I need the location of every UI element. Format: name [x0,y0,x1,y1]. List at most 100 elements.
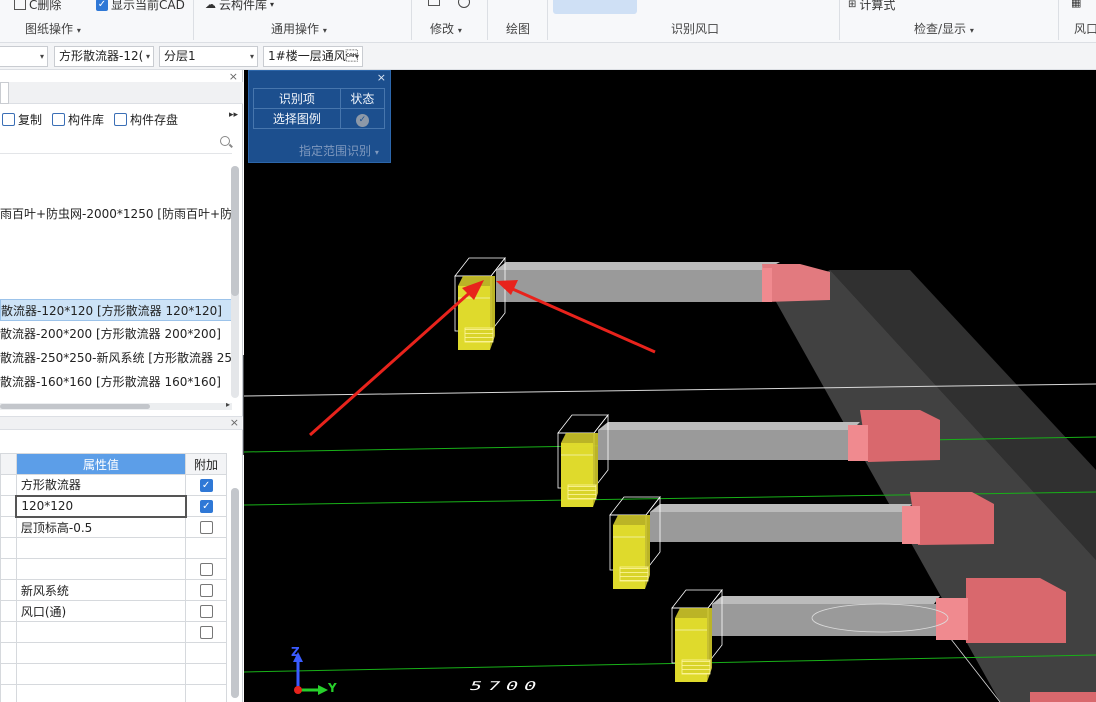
axis-z-label: Z [291,645,300,659]
tree-vertical-scrollbar[interactable] [231,166,239,398]
property-value-cell[interactable] [15,621,187,643]
tree-item[interactable]: 散流器-200*200 [方形散流器 200*200] [0,323,232,345]
table-row[interactable] [0,537,227,559]
property-addon-cell [185,537,227,559]
table-row[interactable] [0,621,227,643]
layer-select[interactable]: 分层1 ▾ [159,46,258,67]
addon-checkbox[interactable] [199,563,213,576]
group-draw[interactable]: 绘图 [506,20,530,37]
tree-item[interactable]: 散流器-250*250-新风系统 [方形散流器 25 [0,347,232,369]
table-header-row: 属性值 附加 [0,453,227,475]
addon-checkbox[interactable]: ✓ [199,479,213,492]
property-name-cell [0,684,17,702]
property-name-cell [0,642,17,664]
property-value-cell[interactable] [15,537,187,559]
floor-select[interactable]: ▾ [0,46,48,67]
component-search-input[interactable] [0,134,232,154]
chevron-down-icon: ▾ [145,52,150,61]
chevron-down-icon: ▾ [322,26,327,35]
property-value-cell[interactable]: 新风系统 [15,579,187,601]
scrollbar-thumb[interactable] [231,488,239,698]
table-row[interactable] [0,663,227,685]
chevron-down-icon: ▾ [374,148,379,157]
save-component-button[interactable]: 构件存盘 [114,111,178,128]
table-row[interactable]: 方形散流器 ✓ [0,474,227,496]
properties-header: × [0,416,243,430]
duct-branch-2 [557,410,940,508]
group-divider [411,0,412,40]
tree-horizontal-scrollbar[interactable]: ▸ [0,400,232,410]
arrow-right-icon[interactable]: ▸ [226,400,230,409]
range-recognize-button[interactable]: 指定范围识别 ▾ [299,142,379,159]
table-row[interactable]: 选择图例 ✓ [253,108,386,129]
table-row[interactable] [0,558,227,580]
formula-button[interactable]: ⊞ 计算式 [848,0,895,13]
property-value-cell[interactable]: 风口(通) [15,600,187,622]
group-check-display[interactable]: 检查/显示 ▾ [914,20,974,37]
group-modify[interactable]: 修改 ▾ [430,20,462,37]
cloud-library-button[interactable]: ☁ 云构件库 ▾ [205,0,274,13]
close-icon[interactable]: × [377,71,386,84]
scrollbar-thumb[interactable] [231,166,239,296]
recognize-tool-button[interactable] [553,0,637,14]
component-type-select[interactable]: 方形散流器-12(▾ [54,46,154,67]
3d-scene [244,257,1096,702]
column-header-addon: 附加 [185,453,227,475]
addon-checkbox[interactable] [199,584,213,597]
drawing-select[interactable]: 1#楼一层通风 ▾ [263,46,363,67]
property-addon-cell [185,621,227,643]
tree-item[interactable]: 散流器-160*160 [方形散流器 160*160] [0,371,232,393]
table-row[interactable]: 风口(通) [0,600,227,622]
property-addon-cell [185,600,227,622]
group-general-ops[interactable]: 通用操作 ▾ [271,20,327,37]
grid-tool-button[interactable]: ▦ [1071,0,1081,9]
more-icon[interactable]: ▸▸ [229,110,238,120]
scrollbar-thumb[interactable] [0,404,150,409]
formula-icon: ⊞ [848,0,857,10]
component-tabs [0,82,243,104]
table-row[interactable] [0,642,227,664]
tree-item-selected[interactable]: 散流器-120*120 [方形散流器 120*120] [0,299,232,321]
group-vent[interactable]: 风口 [1074,20,1096,37]
table-row[interactable]: 层顶标高-0.5 [0,516,227,538]
group-divider [839,0,840,40]
group-drawing-ops[interactable]: 图纸操作 ▾ [25,20,81,37]
item-label: 选择图例 [253,108,341,129]
property-value-cell[interactable] [15,642,187,664]
chevron-down-icon: ▾ [969,26,974,35]
column-header-name [0,453,17,475]
tab-collapsed[interactable] [0,82,9,104]
close-icon[interactable]: × [230,416,239,429]
component-library-button[interactable]: 构件库 [52,111,104,128]
delete-cad-button[interactable]: C删除 [14,0,61,13]
property-value-cell[interactable] [15,558,187,580]
modify-tool-button[interactable] [428,0,440,6]
property-value-cell[interactable] [15,663,187,685]
3d-viewport[interactable]: Z Y 5700 [244,70,1096,702]
property-value-cell[interactable]: 方形散流器 [15,474,187,496]
table-row[interactable]: 新风系统 [0,579,227,601]
copy-button[interactable]: 复制 [2,111,42,128]
property-addon-cell: ✓ [185,474,227,496]
property-addon-cell [185,579,227,601]
table-row[interactable] [0,684,227,702]
addon-checkbox[interactable] [199,521,213,534]
dimension-label: 5700 [467,678,545,694]
status-cell: ✓ [339,108,386,129]
properties-scrollbar[interactable] [231,488,239,698]
table-row[interactable]: 120*120 ✓ [0,494,227,518]
addon-checkbox[interactable] [199,605,213,618]
property-value-input[interactable]: 120*120 [15,494,187,518]
property-addon-cell [185,516,227,538]
show-current-cad-checkbox[interactable]: ✓ 显示当前CAD [96,0,185,13]
property-value-cell[interactable]: 层顶标高-0.5 [15,516,187,538]
property-addon-cell: ✓ [185,495,227,517]
group-divider [1058,0,1059,40]
addon-checkbox[interactable] [199,626,213,639]
group-recognize-vent[interactable]: 识别风口 [671,20,719,37]
property-name-cell [0,600,17,622]
circle-tool-button[interactable] [458,0,470,8]
addon-checkbox[interactable]: ✓ [199,500,213,513]
property-value-cell[interactable] [15,684,187,702]
tree-item[interactable]: 雨百叶+防虫网-2000*1250 [防雨百叶+防虫 [0,203,232,225]
